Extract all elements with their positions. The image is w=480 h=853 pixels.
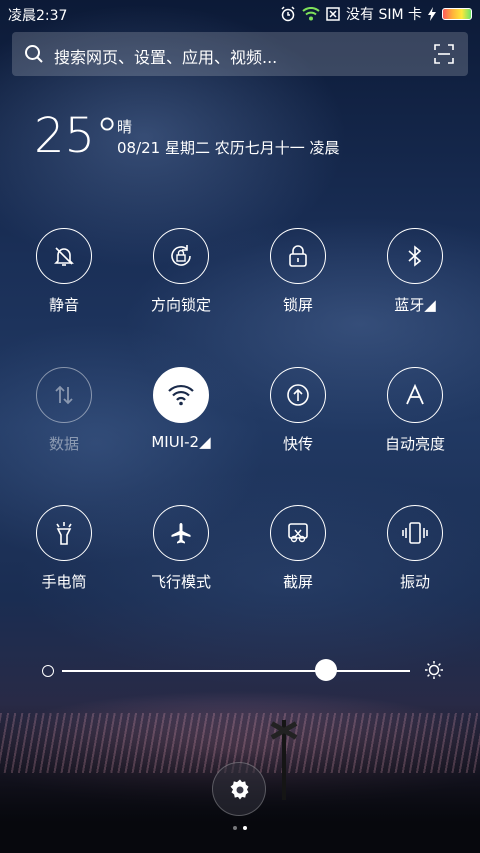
wifi-icon [168, 384, 194, 406]
toggle-rotation-lock[interactable]: 方向锁定 [121, 228, 241, 328]
gear-icon [230, 779, 249, 800]
toggle-quick-share-circle[interactable] [270, 367, 326, 423]
toggle-flashlight-circle[interactable] [36, 505, 92, 561]
search-icon [25, 45, 43, 63]
page-dot[interactable] [233, 826, 237, 830]
toggle-airplane-circle[interactable] [153, 505, 209, 561]
toggle-mobile-data[interactable]: 数据 [4, 367, 124, 467]
no-sim-icon [326, 7, 340, 21]
toggle-auto-brightness-circle[interactable] [387, 367, 443, 423]
status-carrier: 没有 SIM 卡 [346, 7, 422, 23]
brightness-thumb[interactable] [315, 659, 338, 681]
toggle-flashlight[interactable]: 手电筒 [4, 505, 124, 605]
toggle-quick-share[interactable]: 快传 [238, 367, 358, 467]
brightness-slider[interactable] [40, 656, 444, 684]
page-indicator [0, 826, 480, 830]
toggle-bluetooth[interactable]: 蓝牙◢ [355, 228, 475, 328]
search-bar[interactable]: 搜索网页、设置、应用、视频... [12, 32, 468, 76]
mobile-data-icon [55, 385, 73, 405]
weather-date: 08/21 星期二 农历七月十一 凌晨 [117, 139, 340, 157]
toggle-rotation-lock-circle[interactable] [153, 228, 209, 284]
toggle-bluetooth-circle[interactable] [387, 228, 443, 284]
toggle-label: 方向锁定 [150, 296, 211, 314]
toggle-airplane[interactable]: 飞行模式 [121, 505, 241, 605]
page-dot-active[interactable] [243, 826, 247, 830]
status-icons: 没有 SIM 卡 [280, 4, 472, 24]
battery-icon [442, 8, 472, 20]
brightness-high-icon [425, 661, 443, 679]
toggle-vibrate[interactable]: 振动 [355, 505, 475, 605]
wifi-icon [302, 7, 320, 21]
weather-condition: 晴 [117, 118, 133, 136]
bluetooth-icon [408, 245, 422, 267]
brightness-low-icon [42, 665, 54, 677]
vibrate-icon [402, 522, 428, 544]
toggle-label: 快传 [282, 435, 313, 453]
search-placeholder: 搜索网页、设置、应用、视频... [54, 48, 278, 67]
screenshot-icon [288, 523, 308, 543]
toggle-label: 飞行模式 [150, 573, 211, 591]
settings-button[interactable] [212, 762, 266, 816]
upload-icon [287, 384, 309, 406]
rotation-lock-icon [171, 245, 191, 266]
toggle-label: 振动 [399, 573, 430, 591]
toggle-wifi-circle[interactable] [153, 367, 209, 423]
toggle-label: 蓝牙◢ [394, 296, 436, 314]
toggle-silent[interactable]: 静音 [4, 228, 124, 328]
toggle-label: 数据 [48, 435, 79, 453]
brightness-track[interactable] [62, 670, 410, 672]
charging-icon [428, 7, 436, 21]
toggle-label: 自动亮度 [384, 435, 445, 453]
toggle-auto-brightness[interactable]: 自动亮度 [355, 367, 475, 467]
toggle-mobile-data-circle[interactable] [36, 367, 92, 423]
toggle-label: 锁屏 [282, 296, 313, 314]
status-time: 凌晨2:37 [8, 8, 68, 24]
toggle-label: 静音 [48, 296, 79, 314]
scan-icon[interactable] [434, 44, 454, 64]
toggle-screenshot[interactable]: 截屏 [238, 505, 358, 605]
toggle-wifi[interactable]: MIUI-2◢ [121, 367, 241, 467]
toggle-vibrate-circle[interactable] [387, 505, 443, 561]
lock-icon [289, 245, 307, 267]
auto-brightness-icon [406, 384, 424, 405]
wallpaper-railroad-sign [282, 720, 286, 800]
toggle-label: MIUI-2◢ [151, 433, 211, 451]
toggle-screenshot-circle[interactable] [270, 505, 326, 561]
toggle-label: 手电筒 [41, 573, 87, 591]
airplane-icon [171, 523, 191, 544]
weather-temperature[interactable]: 25° [34, 108, 119, 164]
toggle-lock-screen-circle[interactable] [270, 228, 326, 284]
bell-off-icon [54, 247, 74, 266]
flashlight-icon [56, 522, 72, 545]
toggle-lock-screen[interactable]: 锁屏 [238, 228, 358, 328]
status-bar: 凌晨2:37 没有 SIM 卡 [0, 0, 480, 28]
alarm-icon [281, 6, 295, 22]
toggle-silent-circle[interactable] [36, 228, 92, 284]
toggle-label: 截屏 [282, 573, 313, 591]
